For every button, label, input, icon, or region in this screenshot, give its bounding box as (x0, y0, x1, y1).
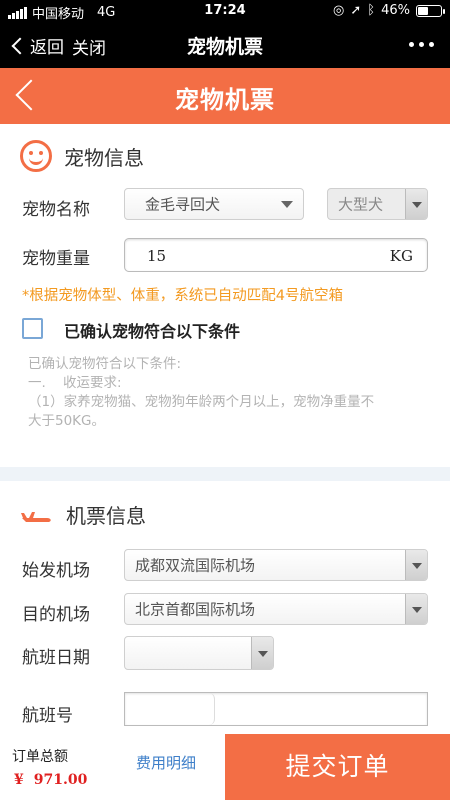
terms-text: 已确认宠物符合以下条件: 一. 收运要求: （1）家养宠物猫、宠物狗年龄两个月以… (28, 355, 424, 431)
pet-weight-label: 宠物重量 (22, 249, 90, 269)
location-icon: ➚ (350, 3, 362, 18)
destination-airport-select[interactable]: 北京首都国际机场 (124, 593, 428, 625)
chevron-down-icon (405, 594, 427, 624)
order-total-value: 971.00 (33, 772, 88, 788)
chevron-down-icon (251, 637, 273, 669)
pet-breed-value: 金毛寻回犬 (145, 195, 221, 214)
more-menu-icon[interactable] (409, 42, 434, 47)
pet-breed-select[interactable]: 金毛寻回犬 (124, 188, 304, 220)
wechat-nav-bar: 返回 关闭 宠物机票 (0, 22, 450, 68)
battery-percent: 46% (381, 3, 410, 18)
chevron-down-icon (405, 189, 427, 219)
chevron-down-icon (281, 201, 293, 208)
wechat-title: 宠物机票 (186, 36, 263, 58)
pet-section-title: 宠物信息 (64, 145, 144, 170)
destination-airport-value: 北京首都国际机场 (135, 600, 256, 619)
app-header: 宠物机票 (0, 68, 450, 124)
crate-hint: *根据宠物体型、体重，系统已自动匹配4号航空箱 (22, 288, 343, 304)
order-total-label: 订单总额 (12, 749, 68, 765)
flight-number-input[interactable] (124, 692, 428, 726)
section-divider (0, 467, 450, 481)
status-bar: 中国移动 4G 17:24 ◎ ➚ ᛒ 46% (0, 0, 450, 22)
pet-section-heading: 宠物信息 (20, 140, 144, 172)
currency-symbol: ¥ (14, 772, 24, 788)
departure-label: 始发机场 (22, 561, 90, 581)
flight-date-select[interactable] (124, 636, 274, 670)
ticket-section-title: 机票信息 (66, 504, 146, 528)
pet-weight-unit: KG (389, 247, 413, 265)
smile-face-icon (20, 140, 52, 172)
chevron-down-icon (405, 550, 427, 580)
departure-airport-select[interactable]: 成都双流国际机场 (124, 549, 428, 581)
pet-weight-value: 15 (147, 247, 167, 265)
terms-line: 一. 收运要求: (28, 375, 122, 391)
pet-name-label: 宠物名称 (22, 200, 90, 220)
submit-order-button[interactable]: 提交订单 (225, 734, 450, 800)
flight-number-label: 航班号 (22, 706, 73, 726)
terms-line: （1）家养宠物猫、宠物狗年龄两个月以上，宠物净重量不 (28, 394, 375, 410)
confirm-checkbox[interactable] (22, 318, 43, 339)
flight-number-prefix (125, 693, 215, 725)
order-total: ¥971.00 (14, 772, 87, 788)
confirm-label[interactable]: 已确认宠物符合以下条件 (64, 318, 240, 342)
fee-detail-link[interactable]: 费用明细 (136, 752, 196, 773)
terms-line: 已确认宠物符合以下条件: (28, 356, 182, 372)
pet-size-value: 大型犬 (338, 195, 384, 214)
status-right: ◎ ➚ ᛒ 46% (333, 3, 445, 18)
battery-icon (416, 4, 445, 17)
terms-line: 大于50KG。 (28, 413, 105, 429)
order-footer: 订单总额 ¥971.00 费用明细 提交订单 (0, 734, 450, 800)
page-title: 宠物机票 (175, 86, 275, 114)
destination-label: 目的机场 (22, 605, 90, 625)
flight-date-label: 航班日期 (22, 648, 90, 668)
bluetooth-icon: ᛒ (367, 3, 376, 18)
departure-airport-value: 成都双流国际机场 (135, 556, 256, 575)
ticket-section-heading: 机票信息 (20, 500, 146, 529)
airplane-icon (21, 511, 51, 522)
pet-size-select[interactable]: 大型犬 (327, 188, 428, 220)
alarm-icon: ◎ (333, 3, 345, 18)
pet-weight-input[interactable]: 15 KG (124, 238, 428, 272)
